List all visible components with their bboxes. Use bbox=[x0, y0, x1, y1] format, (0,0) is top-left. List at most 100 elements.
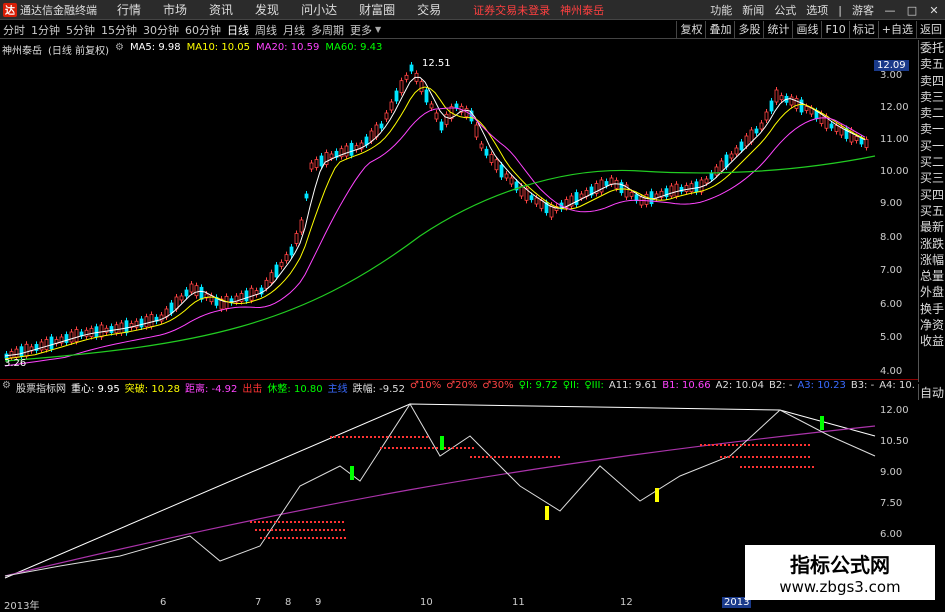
minimize-icon[interactable]: — bbox=[884, 4, 896, 17]
signal-dot bbox=[780, 444, 782, 446]
menu-hangqing[interactable]: 行情 bbox=[117, 1, 141, 18]
ind-item: ♂30% bbox=[482, 380, 514, 391]
maximize-icon[interactable]: □ bbox=[906, 4, 918, 17]
candle-body bbox=[759, 122, 764, 130]
y-tick: 10.00 bbox=[880, 166, 909, 177]
kline-chart[interactable] bbox=[0, 56, 878, 378]
signal-dot bbox=[334, 521, 336, 523]
menu-caifuquan[interactable]: 财富圈 bbox=[359, 1, 395, 18]
menu-gongneng[interactable]: 功能 bbox=[710, 2, 732, 18]
period-60min[interactable]: 60分钟 bbox=[185, 22, 221, 38]
quote-label[interactable]: 委托 bbox=[919, 40, 945, 56]
legend-ma10: MA10: 10.05 bbox=[186, 42, 250, 53]
candle-body bbox=[774, 89, 779, 103]
period-day[interactable]: 日线 bbox=[227, 22, 249, 38]
period-1min[interactable]: 1分钟 bbox=[31, 22, 60, 38]
ind-item: B1: 10.66 bbox=[662, 380, 711, 391]
menu-wenxiaoda[interactable]: 问小达 bbox=[301, 1, 337, 18]
period-week[interactable]: 周线 bbox=[255, 22, 277, 38]
signal-dot bbox=[296, 537, 298, 539]
signal-dot bbox=[319, 529, 321, 531]
period-multi[interactable]: 多周期 bbox=[311, 22, 344, 38]
btn-tongji[interactable]: 统计 bbox=[763, 21, 792, 39]
x-tick: 9 bbox=[315, 597, 322, 608]
period-more[interactable]: 更多 bbox=[350, 22, 372, 38]
signal-dot bbox=[704, 444, 706, 446]
signal-dot bbox=[264, 537, 266, 539]
menu-xuanxiang[interactable]: 选项 bbox=[806, 2, 828, 18]
candle-body bbox=[829, 123, 834, 129]
candle-body bbox=[424, 89, 429, 103]
signal-dot bbox=[736, 456, 738, 458]
period-5min[interactable]: 5分钟 bbox=[66, 22, 95, 38]
y-tick: 9.00 bbox=[880, 198, 903, 209]
login-notice[interactable]: 证券交易未登录 bbox=[473, 2, 550, 18]
btn-fuquan[interactable]: 复权 bbox=[676, 21, 705, 39]
signal-dot bbox=[418, 436, 420, 438]
menu-guest[interactable]: 游客 bbox=[852, 2, 874, 18]
candle-body bbox=[534, 197, 539, 205]
btn-duogu[interactable]: 多股 bbox=[734, 21, 763, 39]
period-15min[interactable]: 15分钟 bbox=[101, 22, 137, 38]
candle-body bbox=[444, 113, 449, 125]
candle-body bbox=[529, 195, 534, 201]
menu-xinwen[interactable]: 新闻 bbox=[742, 2, 764, 18]
btn-f10[interactable]: F10 bbox=[821, 21, 848, 39]
signal-dot bbox=[330, 521, 332, 523]
candle-body bbox=[674, 183, 679, 197]
ind-item: A11: 9.61 bbox=[608, 380, 658, 391]
candle-body bbox=[149, 314, 154, 327]
signal-dot bbox=[291, 529, 293, 531]
signal-dot bbox=[299, 529, 301, 531]
btn-huaxian[interactable]: 画线 bbox=[792, 21, 821, 39]
signal-dot bbox=[470, 456, 472, 458]
signal-dot bbox=[420, 447, 422, 449]
signal-dot bbox=[267, 529, 269, 531]
signal-dot bbox=[410, 436, 412, 438]
close-icon[interactable]: ✕ bbox=[928, 4, 940, 17]
indicator-settings-icon[interactable]: ⚙ bbox=[2, 380, 11, 394]
x-tick: 2013年 bbox=[4, 601, 40, 612]
period-fenshi[interactable]: 分时 bbox=[3, 22, 25, 38]
signal-dot bbox=[534, 456, 536, 458]
candle-body bbox=[74, 329, 79, 342]
btn-zixuan[interactable]: +自选 bbox=[877, 21, 916, 39]
btn-biaoji[interactable]: 标记 bbox=[848, 21, 878, 39]
signal-dot bbox=[404, 447, 406, 449]
candle-body bbox=[509, 177, 514, 185]
period-30min[interactable]: 30分钟 bbox=[143, 22, 179, 38]
btn-diejia[interactable]: 叠加 bbox=[705, 21, 734, 39]
signal-dot bbox=[740, 444, 742, 446]
menu-gongshi[interactable]: 公式 bbox=[774, 2, 796, 18]
signal-dot bbox=[788, 444, 790, 446]
candle-body bbox=[834, 125, 839, 132]
btn-fanhui[interactable]: 返回 bbox=[916, 21, 945, 39]
candle-body bbox=[344, 145, 349, 157]
more-chevron-icon[interactable]: ▼ bbox=[375, 25, 381, 34]
signal-dot bbox=[804, 466, 806, 468]
x-tick: 11 bbox=[512, 597, 525, 608]
signal-dot bbox=[554, 456, 556, 458]
signal-dot bbox=[336, 537, 338, 539]
candle-body bbox=[269, 272, 274, 284]
menu-shichang[interactable]: 市场 bbox=[163, 1, 187, 18]
candle-body bbox=[384, 112, 389, 120]
period-month[interactable]: 月线 bbox=[283, 22, 305, 38]
signal-dot bbox=[800, 466, 802, 468]
auto-button[interactable]: 自动 bbox=[918, 384, 945, 400]
candle-body bbox=[114, 324, 119, 334]
menu-faxian[interactable]: 发现 bbox=[255, 1, 279, 18]
ind-item: ♂20% bbox=[446, 380, 478, 391]
ind-item: B2: - bbox=[769, 380, 793, 391]
candle-body bbox=[794, 98, 799, 109]
candle-body bbox=[89, 328, 94, 337]
menu-jiaoyi[interactable]: 交易 bbox=[417, 1, 441, 18]
menu-zixun[interactable]: 资讯 bbox=[209, 1, 233, 18]
signal-dot bbox=[346, 436, 348, 438]
candle-body bbox=[649, 191, 654, 205]
ind-item: A4: 10. bbox=[879, 380, 915, 391]
settings-icon[interactable]: ⚙ bbox=[115, 42, 124, 56]
quote-label: 卖二 bbox=[919, 106, 944, 121]
signal-dot bbox=[510, 456, 512, 458]
signal-dot bbox=[388, 447, 390, 449]
